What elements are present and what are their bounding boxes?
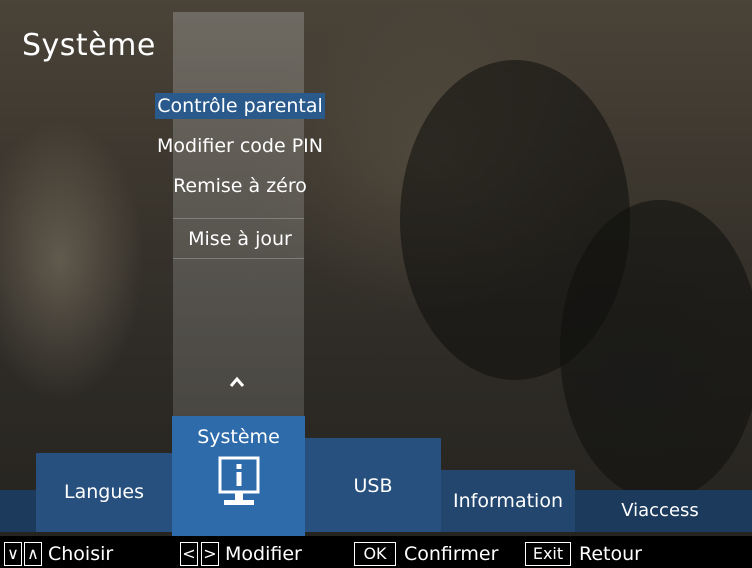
footer-choose-label: Choisir (48, 543, 114, 565)
footer-modify-label: Modifier (225, 543, 302, 565)
chevron-up-icon[interactable] (229, 374, 245, 390)
tab-systeme-label: Système (197, 426, 280, 448)
key-right: > (201, 542, 219, 566)
monitor-info-icon (218, 456, 260, 505)
tab-systeme[interactable]: Système (172, 416, 305, 538)
page-title: Système (22, 28, 156, 63)
tab-information[interactable]: Information (441, 470, 575, 532)
key-down: ∨ (4, 542, 22, 566)
key-exit: Exit (525, 542, 571, 566)
footer-confirm-label: Confirmer (404, 543, 499, 565)
background-figure (560, 200, 752, 500)
key-up: ∧ (24, 542, 42, 566)
key-ok: OK (354, 542, 396, 566)
footer-back-label: Retour (579, 543, 642, 565)
menu-divider (173, 218, 304, 219)
tab-usb[interactable]: USB (305, 438, 441, 532)
menu-item-reset[interactable]: Remise à zéro (150, 173, 330, 199)
menu-item-parental-control[interactable]: Contrôle parental (155, 93, 325, 119)
key-left: < (180, 542, 198, 566)
menu-item-change-pin[interactable]: Modifier code PIN (150, 133, 330, 159)
tab-viaccess[interactable]: Viaccess (575, 490, 745, 532)
menu-divider (173, 258, 304, 259)
menu-item-update[interactable]: Mise à jour (150, 226, 330, 252)
tab-langues[interactable]: Langues (36, 453, 172, 532)
